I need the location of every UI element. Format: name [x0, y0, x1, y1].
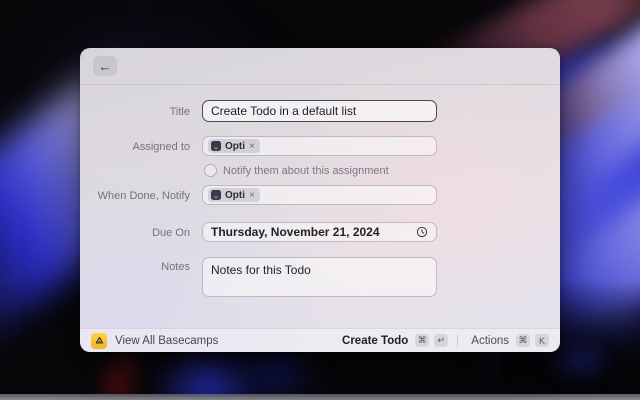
- notify-checkbox[interactable]: [204, 164, 217, 177]
- notes-input[interactable]: Notes for this Todo: [202, 257, 437, 297]
- notify-avatar-icon: [211, 190, 221, 200]
- clock-icon: [416, 226, 428, 238]
- view-all-basecamps[interactable]: View All Basecamps: [91, 332, 342, 349]
- header-divider: [80, 84, 560, 85]
- basecamp-icon: [91, 332, 107, 349]
- view-all-basecamps-label: View All Basecamps: [115, 334, 219, 347]
- assignee-tag-label: Opti: [225, 140, 245, 152]
- notify-tag[interactable]: Opti ×: [208, 188, 260, 202]
- due-on-value: Thursday, November 21, 2024: [211, 225, 380, 239]
- cmd-key-icon: ⌘: [415, 334, 430, 347]
- action-bar: View All Basecamps Create Todo ⌘ ↵ Actio…: [80, 328, 560, 352]
- due-on-input[interactable]: Thursday, November 21, 2024: [202, 222, 437, 242]
- wallpaper-bottom-strip: [0, 394, 640, 400]
- notify-tag-label: Opti: [225, 189, 245, 201]
- actions-button[interactable]: Actions: [471, 335, 509, 347]
- assignee-avatar-icon: [211, 141, 221, 151]
- create-todo-button[interactable]: Create Todo: [342, 335, 408, 347]
- footer-actions: Create Todo ⌘ ↵ Actions ⌘ K: [342, 334, 549, 347]
- when-done-notify-label: When Done, Notify: [97, 190, 190, 202]
- assignee-tag[interactable]: Opti ×: [208, 139, 260, 153]
- create-todo-window: ← Title Assigned to Opti × Notify them a…: [80, 48, 560, 352]
- assignee-tag-remove-icon[interactable]: ×: [249, 141, 255, 152]
- title-label: Title: [169, 106, 190, 118]
- back-button[interactable]: ←: [93, 56, 117, 76]
- assigned-to-label: Assigned to: [132, 141, 190, 153]
- return-key-icon: ↵: [434, 334, 449, 347]
- when-done-notify-input[interactable]: Opti ×: [202, 185, 437, 205]
- k-key-icon: K: [535, 334, 549, 347]
- footer-divider: [457, 334, 459, 347]
- notify-tag-remove-icon[interactable]: ×: [249, 190, 255, 201]
- notes-label: Notes: [161, 261, 190, 273]
- title-input[interactable]: [202, 100, 437, 122]
- due-on-label: Due On: [152, 227, 190, 239]
- back-arrow-icon: ←: [98, 58, 112, 74]
- notify-checkbox-label[interactable]: Notify them about this assignment: [223, 165, 389, 177]
- assigned-to-input[interactable]: Opti ×: [202, 136, 437, 156]
- desktop: ← Title Assigned to Opti × Notify them a…: [0, 0, 640, 400]
- cmd-key-icon-2: ⌘: [516, 334, 530, 347]
